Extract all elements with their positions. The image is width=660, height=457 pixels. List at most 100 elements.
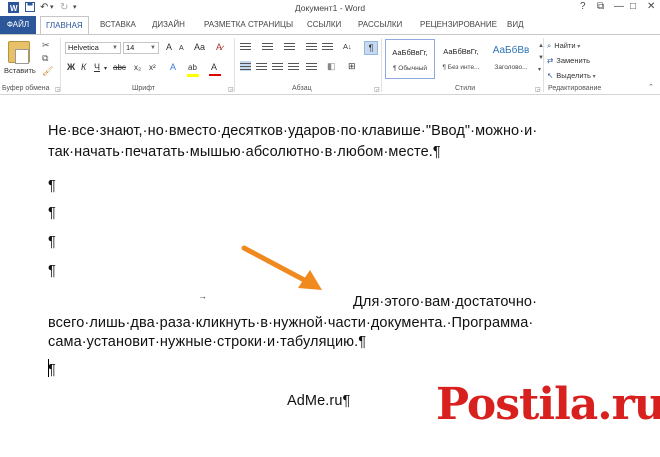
ribbon: Вставить ✂ ⧉ 🖌 Буфер обмена ◲ Helvetica … xyxy=(0,34,660,95)
select-label: Выделить xyxy=(556,71,591,80)
document-line[interactable]: Не·все·знают,·но·вместо·десятков·ударов·… xyxy=(48,122,537,140)
font-size-select[interactable]: 14 ▼ xyxy=(123,42,159,54)
document-line[interactable]: AdMe.ru¶ xyxy=(287,392,350,410)
tab-page-layout[interactable]: РАЗМЕТКА СТРАНИЦЫ xyxy=(204,16,293,34)
tab-review[interactable]: РЕЦЕНЗИРОВАНИЕ xyxy=(420,16,497,34)
document-line[interactable]: всего·лишь·два·раза·кликнуть·в·нужной·ча… xyxy=(48,314,533,332)
paste-button-label[interactable]: Вставить xyxy=(4,66,36,75)
select-arrow-icon: ↖ xyxy=(547,71,554,80)
highlight-color-icon[interactable]: ab xyxy=(188,62,197,73)
tab-file[interactable]: ФАЙЛ xyxy=(0,16,36,34)
show-formatting-marks-button[interactable]: ¶ xyxy=(364,41,378,55)
paragraph-dialog-launcher-icon[interactable]: ◲ xyxy=(374,86,380,93)
line-spacing-icon[interactable] xyxy=(306,61,317,71)
change-case-icon[interactable]: Aa xyxy=(194,42,205,53)
style-name: Заголово... xyxy=(494,64,528,71)
bullets-icon[interactable] xyxy=(240,41,251,51)
bold-button[interactable]: Ж xyxy=(67,62,75,73)
style-name: ¶ Обычный xyxy=(392,65,428,72)
ribbon-display-options-icon[interactable]: ⧉ xyxy=(597,1,604,13)
increase-indent-icon[interactable] xyxy=(322,41,333,51)
help-icon[interactable]: ? xyxy=(580,1,586,13)
tab-view[interactable]: ВИД xyxy=(507,16,524,34)
title-bar: W ↶ ▾ ↻ ▾ Документ1 - Word ? ⧉ — □ ✕ xyxy=(0,0,660,16)
replace-button[interactable]: ⇄ Заменить xyxy=(547,56,590,65)
paragraph-group-label: Абзац xyxy=(292,85,312,92)
multilevel-list-icon[interactable] xyxy=(284,41,295,51)
numbering-icon[interactable] xyxy=(262,41,273,51)
paragraph-mark[interactable]: ¶ xyxy=(48,262,56,280)
copy-icon[interactable]: ⧉ xyxy=(42,53,48,63)
replace-label: Заменить xyxy=(556,56,590,65)
style-sample: АаБбВв xyxy=(492,45,530,56)
maximize-button[interactable]: □ xyxy=(630,1,636,13)
styles-dialog-launcher-icon[interactable]: ◲ xyxy=(535,86,541,93)
watermark-logo: Postila.ru xyxy=(436,379,660,430)
styles-more-icon[interactable]: ▾ xyxy=(538,65,541,75)
collapse-ribbon-icon[interactable]: ⌃ xyxy=(648,83,654,93)
replace-icon: ⇄ xyxy=(547,56,554,65)
strikethrough-button[interactable]: abc xyxy=(113,62,126,73)
close-button[interactable]: ✕ xyxy=(647,1,655,13)
tab-mailings[interactable]: РАССЫЛКИ xyxy=(358,16,402,34)
superscript-button[interactable]: x² xyxy=(149,62,156,73)
tab-mark: → xyxy=(198,291,207,301)
paragraph-mark[interactable]: ¶ xyxy=(48,177,56,195)
document-line[interactable]: сама·установит·нужные·строки·и·табуляцию… xyxy=(48,333,366,351)
minimize-button[interactable]: — xyxy=(614,1,624,13)
chevron-down-icon: ▾ xyxy=(590,74,596,80)
tab-references[interactable]: ССЫЛКИ xyxy=(307,16,341,34)
underline-dropdown-icon[interactable]: ▾ xyxy=(104,64,107,75)
tab-insert[interactable]: ВСТАВКА xyxy=(100,16,136,34)
sort-icon[interactable]: A↓ xyxy=(343,41,352,52)
font-group-label: Шрифт xyxy=(132,85,156,92)
paragraph-mark[interactable]: ¶ xyxy=(48,361,56,379)
arrow-pointer-icon xyxy=(241,245,322,290)
style-no-spacing[interactable]: АаБбВвГг, ¶ Без инте... xyxy=(436,39,486,79)
font-color-icon[interactable]: A xyxy=(211,62,217,73)
justify-icon[interactable] xyxy=(288,61,299,71)
align-center-icon[interactable] xyxy=(256,61,267,71)
find-label: Найти xyxy=(554,41,576,50)
select-button[interactable]: ↖ Выделить ▾ xyxy=(547,71,596,80)
group-divider xyxy=(60,38,61,92)
shrink-font-icon[interactable]: A xyxy=(179,43,184,54)
paste-icon[interactable] xyxy=(8,41,30,64)
format-painter-icon[interactable]: 🖌 xyxy=(42,66,53,76)
grow-font-icon[interactable]: A xyxy=(166,42,172,53)
document-line[interactable]: Для·этого·вам·достаточно· xyxy=(353,293,537,311)
tab-home[interactable]: ГЛАВНАЯ xyxy=(40,16,89,35)
italic-button[interactable]: К xyxy=(81,62,86,73)
cut-icon[interactable]: ✂ xyxy=(42,40,50,50)
paragraph-mark[interactable]: ¶ xyxy=(48,233,56,251)
font-name-value: Helvetica xyxy=(68,43,99,52)
text-effects-icon[interactable]: A xyxy=(170,62,176,73)
shading-icon[interactable]: ◧ xyxy=(327,61,336,72)
underline-button[interactable]: Ч xyxy=(94,62,100,73)
chevron-down-icon: ▼ xyxy=(150,45,156,51)
ribbon-tabs: ФАЙЛ ГЛАВНАЯ ВСТАВКА ДИЗАЙН РАЗМЕТКА СТР… xyxy=(0,16,660,35)
font-color-swatch xyxy=(209,74,221,76)
borders-icon[interactable]: ⊞ xyxy=(348,61,356,72)
style-sample: АаБбВвГг, xyxy=(443,47,479,56)
find-button[interactable]: ⌕ Найти ▾ xyxy=(547,41,580,51)
clear-formatting-icon[interactable]: A̷ xyxy=(216,42,222,53)
editing-group-label: Редактирование xyxy=(548,85,602,92)
group-divider xyxy=(234,38,235,92)
styles-group-label: Стили xyxy=(455,85,476,92)
font-dialog-launcher-icon[interactable]: ◲ xyxy=(228,86,234,93)
group-divider xyxy=(381,38,382,92)
style-normal[interactable]: АаБбВвГг, ¶ Обычный xyxy=(385,39,435,79)
document-line[interactable]: так·начать·печатать·мышью·абсолютно·в·лю… xyxy=(48,143,441,161)
tab-design[interactable]: ДИЗАЙН xyxy=(152,16,185,34)
window-title: Документ1 - Word xyxy=(294,3,366,13)
font-name-select[interactable]: Helvetica ▼ xyxy=(65,42,121,54)
group-divider xyxy=(543,38,544,92)
paragraph-mark[interactable]: ¶ xyxy=(48,204,56,222)
subscript-button[interactable]: x₂ xyxy=(134,62,141,73)
search-icon: ⌕ xyxy=(547,41,552,50)
align-right-icon[interactable] xyxy=(272,61,283,71)
decrease-indent-icon[interactable] xyxy=(306,41,317,51)
style-heading-1[interactable]: АаБбВв Заголово... xyxy=(486,39,536,79)
align-left-icon[interactable] xyxy=(240,61,251,71)
